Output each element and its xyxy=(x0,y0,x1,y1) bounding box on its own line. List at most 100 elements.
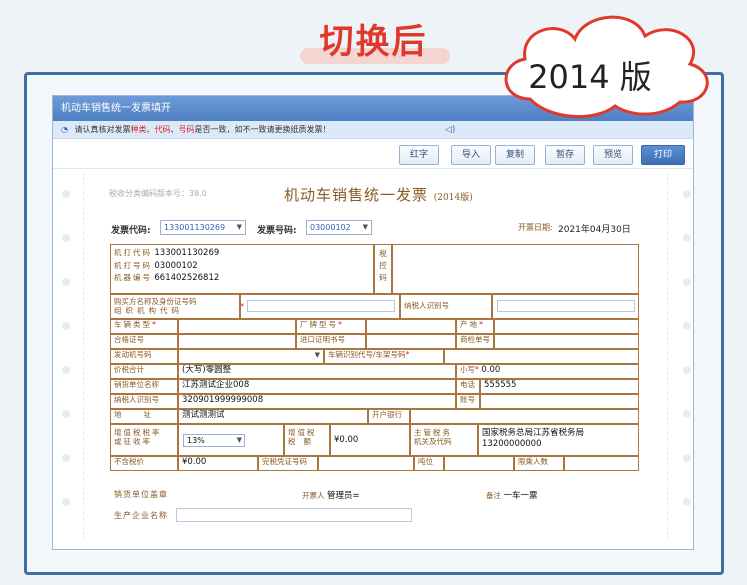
machine-number-value: 03000102 xyxy=(154,260,198,271)
chevron-down-icon: ▼ xyxy=(236,436,242,444)
remark-label: 备注 xyxy=(486,491,501,500)
invoice-title: 机动车销售统一发票 (2014版) xyxy=(284,184,473,205)
vat-rate-label-2: 或征收率 xyxy=(114,437,152,447)
brand-label-cell: 厂牌型号* xyxy=(296,319,366,334)
tractor-hole xyxy=(62,190,70,198)
manufacturer-input[interactable] xyxy=(176,508,412,522)
tractor-hole xyxy=(62,454,70,462)
address-cell: 测试测测试 xyxy=(178,409,368,424)
authority-label-1: 主管税务 xyxy=(414,428,452,437)
tractor-hole xyxy=(62,410,70,418)
buyer-name-cell: * xyxy=(240,294,400,319)
brand-input[interactable] xyxy=(366,319,456,334)
origin-label: 产地 xyxy=(460,320,479,329)
total-upper-cell: (大写)零圆整 xyxy=(178,364,456,379)
notice-number: 号码 xyxy=(178,125,195,134)
manufacturer-label: 生产企业名称 xyxy=(114,511,168,520)
buyer-name-input[interactable] xyxy=(247,300,395,312)
price-ex-value: ¥0.00 xyxy=(182,457,207,467)
machine-code-label: 机打代码 xyxy=(114,248,152,257)
tax-cert-label: 完税凭证号码 xyxy=(258,456,318,471)
phone-value: 555555 xyxy=(484,380,517,390)
buyer-org-code-label: 组织机构代码 xyxy=(114,306,183,316)
tractor-hole xyxy=(683,322,691,330)
invoice-number-label: 发票号码: xyxy=(257,226,297,236)
seal-label: 销货单位盖章 xyxy=(114,490,168,499)
copy-button[interactable]: 复制 xyxy=(495,145,535,165)
inspection-input[interactable] xyxy=(494,334,639,349)
inspection-label: 商检单号 xyxy=(456,334,494,349)
origin-input[interactable] xyxy=(494,319,639,334)
issue-date-label: 开票日期: xyxy=(518,223,553,232)
machine-serial-value: 661402526812 xyxy=(154,273,220,284)
cert-label: 合格证号 xyxy=(110,334,178,349)
required-mark: * xyxy=(475,365,479,374)
total-lower-value: 0.00 xyxy=(481,365,501,375)
red-invoice-button[interactable]: 红字 xyxy=(399,145,439,165)
vin-label: 车辆识别代号/车架号码 xyxy=(328,350,406,359)
print-button[interactable]: 打印 xyxy=(641,145,685,165)
required-mark: * xyxy=(240,302,244,311)
vehicle-type-input[interactable] xyxy=(178,319,296,334)
notice-code: 代码 xyxy=(154,125,171,134)
tractor-hole xyxy=(62,322,70,330)
drawer-field: 开票人 管理员= xyxy=(302,489,360,501)
required-mark: * xyxy=(479,320,483,329)
bank-input[interactable] xyxy=(410,409,639,424)
account-label: 账号 xyxy=(456,394,480,409)
brand-label: 厂牌型号 xyxy=(300,320,338,329)
tax-control-code-area xyxy=(392,244,639,294)
invoice-code-value: 133001130269 xyxy=(164,223,226,232)
tractor-hole xyxy=(62,366,70,374)
import-cert-input[interactable] xyxy=(366,334,456,349)
save-draft-button[interactable]: 暂存 xyxy=(545,145,585,165)
cert-input[interactable] xyxy=(178,334,296,349)
vat-amount-label-1: 增值税 xyxy=(288,428,317,437)
info-icon: ◔ xyxy=(61,125,68,134)
buyer-taxid-label: 纳税人识别号 xyxy=(400,294,492,319)
notice-prefix: 请认真核对发票 xyxy=(74,125,131,134)
account-input[interactable] xyxy=(480,394,639,409)
vat-rate-select[interactable]: 13% ▼ xyxy=(183,434,245,447)
issue-date-value: 2021年04月30日 xyxy=(558,225,631,235)
classification-version: 税收分类编码版本号：38.0 xyxy=(109,189,207,198)
vat-amount-value: ¥0.00 xyxy=(334,435,359,445)
seats-input[interactable] xyxy=(564,456,639,471)
vin-input[interactable] xyxy=(444,349,639,364)
remark-field: 备注 一车一票 xyxy=(486,489,538,501)
price-ex-cell: ¥0.00 xyxy=(178,456,258,471)
buyer-label-cell: 购买方名称及身份证号码 组织机构代码 xyxy=(110,294,240,319)
total-upper-value: 零圆整 xyxy=(205,365,232,375)
seller-taxid-cell: 320901999999008 xyxy=(178,394,456,409)
origin-label-cell: 产地* xyxy=(456,319,494,334)
engine-label: 发动机号码 xyxy=(110,349,178,364)
import-button[interactable]: 导入 xyxy=(451,145,491,165)
machine-code-value: 133001130269 xyxy=(154,248,220,258)
engine-select[interactable]: ▼ xyxy=(178,349,324,364)
speaker-icon[interactable]: ◁) xyxy=(445,121,455,139)
address-label: 地址 xyxy=(110,409,178,424)
tonnage-input[interactable] xyxy=(444,456,514,471)
tax-control-label: 税控码 xyxy=(374,244,392,294)
authority-label-2: 机关及代码 xyxy=(414,437,452,447)
phone-cell: 555555 xyxy=(480,379,639,394)
invoice-code-select[interactable]: 133001130269 ▼ xyxy=(160,220,246,235)
tractor-hole xyxy=(683,190,691,198)
authority-name: 国家税务总局江苏省税务局 xyxy=(482,428,585,438)
chevron-down-icon: ▼ xyxy=(362,223,368,231)
address-value: 测试测测试 xyxy=(182,410,225,420)
buyer-taxid-input[interactable] xyxy=(497,300,635,312)
machine-serial-label: 机器编号 xyxy=(114,273,152,283)
tax-cert-input[interactable] xyxy=(318,456,414,471)
tractor-hole xyxy=(683,366,691,374)
invoice-number-select[interactable]: 03000102 ▼ xyxy=(306,220,372,235)
vehicle-type-label-cell: 车辆类型* xyxy=(110,319,178,334)
invoice-code-label: 发票代码: xyxy=(111,226,151,236)
authority-code: 13200000000 xyxy=(482,438,542,449)
tractor-hole xyxy=(683,278,691,286)
invoice-paper: 税收分类编码版本号：38.0 机动车销售统一发票 (2014版) 发票代码: 1… xyxy=(62,172,691,540)
buyer-name-label: 购买方名称及身份证号码 xyxy=(114,297,197,306)
vin-label-cell: 车辆识别代号/车架号码* xyxy=(324,349,444,364)
preview-button[interactable]: 预览 xyxy=(593,145,633,165)
required-mark: * xyxy=(405,350,410,359)
